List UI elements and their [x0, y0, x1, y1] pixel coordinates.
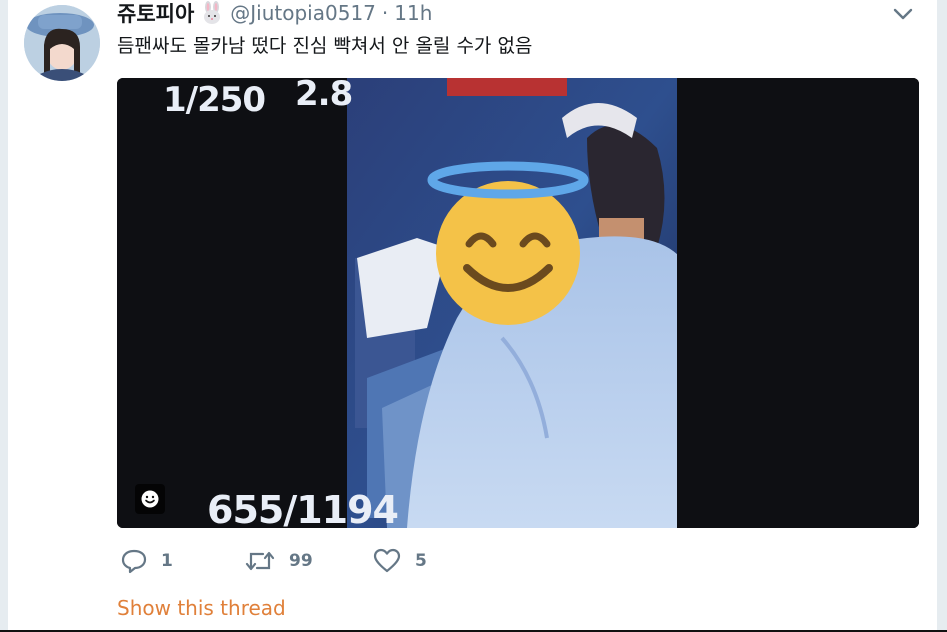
media-emoji-badge[interactable] [135, 484, 165, 514]
aperture-readout: 2.8 [295, 78, 353, 114]
display-name[interactable]: 쥬토피아 [117, 0, 194, 28]
reply-button[interactable]: 1 [121, 548, 173, 574]
tweet-text: 듬팬싸도 몰카남 떴다 진심 빡쳐서 안 올릴 수가 없음 [117, 35, 533, 57]
tweet-media-image[interactable]: 1/250 2.8 655/1194 [117, 78, 919, 528]
smiling-face-with-halo-icon [427, 161, 589, 325]
heart-icon [373, 548, 401, 573]
left-rail [0, 0, 8, 632]
smiley-icon [141, 490, 159, 508]
retweet-count: 99 [289, 551, 313, 571]
like-button[interactable]: 5 [373, 548, 427, 574]
show-thread-link[interactable]: Show this thread [117, 596, 286, 620]
chevron-down-icon[interactable] [890, 4, 916, 24]
frame-counter-readout: 655/1194 [207, 488, 399, 528]
reply-count: 1 [161, 551, 173, 571]
rabbit-emoji-icon [200, 1, 224, 25]
retweet-icon [245, 551, 275, 571]
like-count: 5 [415, 551, 427, 571]
retweet-button[interactable]: 99 [245, 548, 313, 574]
tweet-timestamp[interactable]: 11h [394, 1, 432, 25]
shutter-speed-readout: 1/250 [163, 80, 266, 120]
user-handle[interactable]: @Jiutopia0517 [230, 1, 376, 25]
tweet-header: 쥬토피아 @Jiutopia0517 · 11h [117, 0, 432, 28]
right-rail [937, 0, 947, 632]
avatar[interactable] [24, 5, 100, 81]
reply-icon [121, 549, 147, 574]
separator-dot: · [381, 1, 389, 25]
